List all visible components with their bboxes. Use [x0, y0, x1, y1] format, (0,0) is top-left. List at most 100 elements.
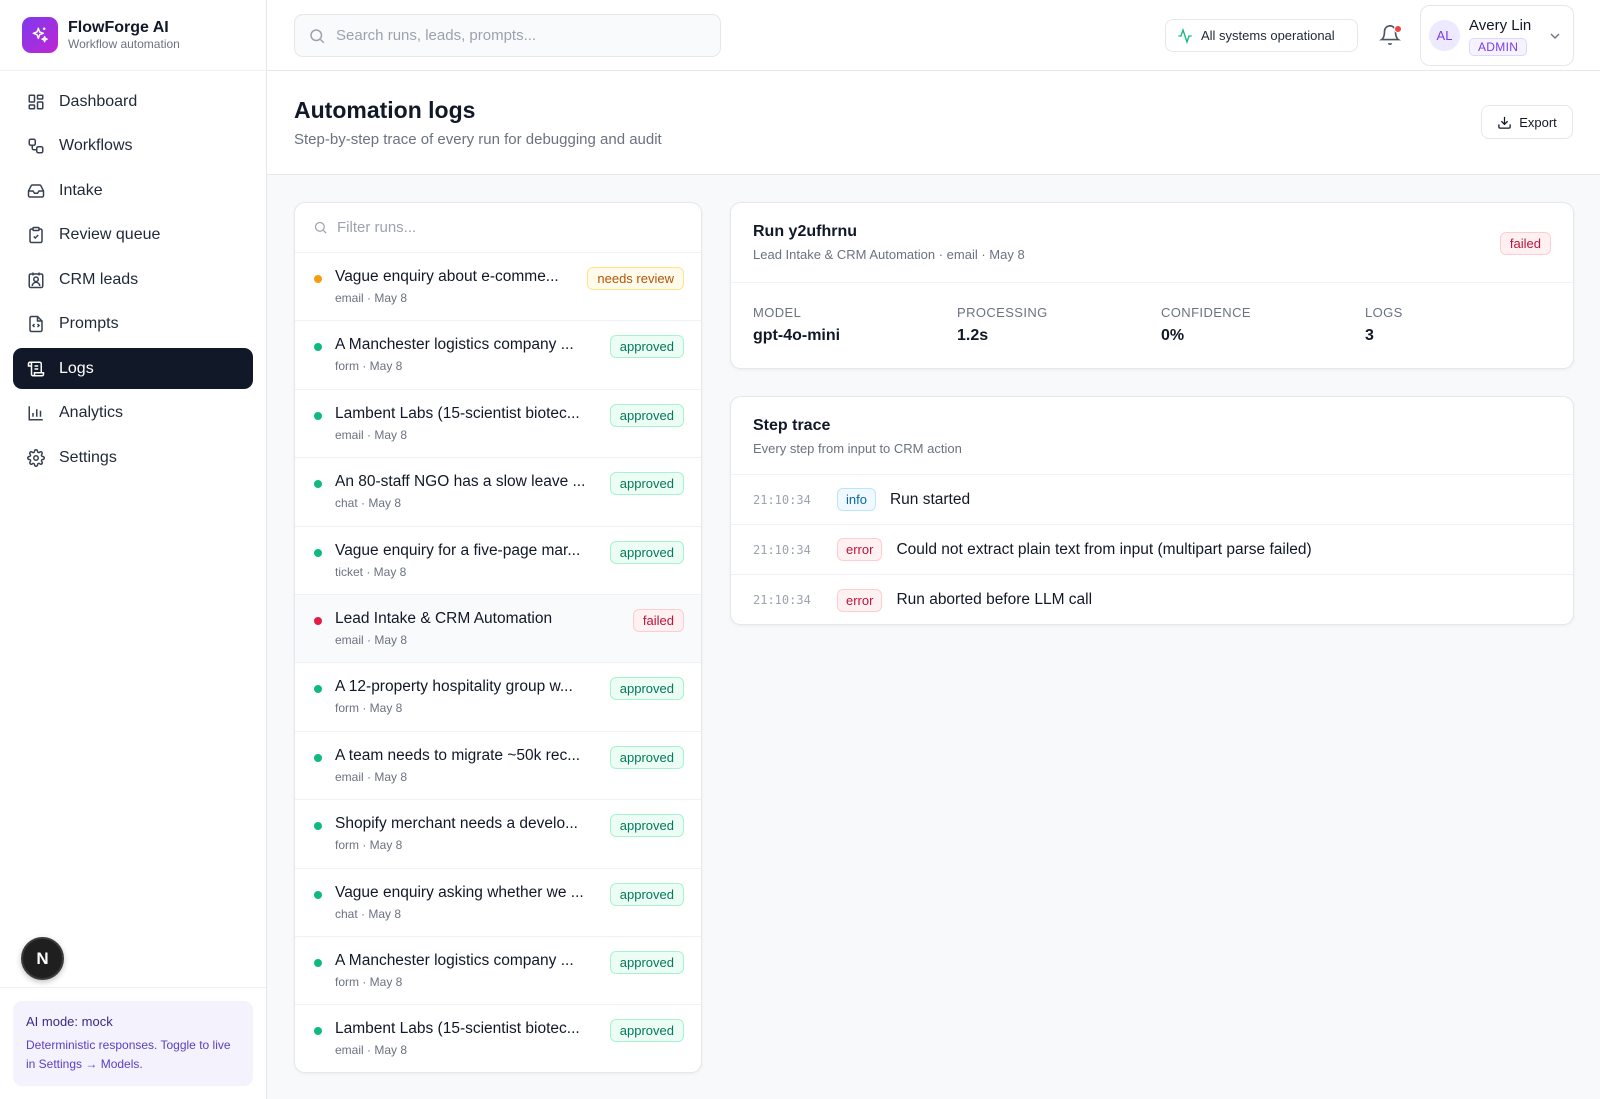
- sidebar-item-intake[interactable]: Intake: [13, 170, 253, 211]
- gear-icon: [27, 448, 45, 467]
- run-title: Vague enquiry for a five-page mar...: [335, 541, 581, 559]
- status-badge: approved: [609, 950, 684, 974]
- run-list-item[interactable]: A 12-property hospitality group w... form…: [295, 663, 701, 732]
- run-list-item[interactable]: A team needs to migrate ~50k rec... email…: [295, 732, 701, 801]
- topbar: All systems operational AL Avery Lin ADM…: [267, 0, 1600, 71]
- sidebar-item-analytics[interactable]: Analytics: [13, 393, 253, 434]
- bell-icon[interactable]: [1379, 24, 1403, 48]
- status-badge: approved: [609, 1019, 684, 1043]
- ai-mode-description: Deterministic responses. Toggle to live …: [26, 1038, 231, 1071]
- search-icon: [308, 27, 326, 45]
- sidebar-item-logs[interactable]: Logs: [13, 348, 253, 389]
- run-title: Lead Intake & CRM Automation: [335, 609, 553, 627]
- log-level-badge: info: [837, 488, 876, 511]
- user-role-badge: ADMIN: [1469, 37, 1528, 56]
- clipboard-check-icon: [27, 226, 45, 244]
- run-detail-title: Run y2ufhrnu: [753, 223, 857, 240]
- filter-input[interactable]: [337, 219, 677, 236]
- run-title: Lambent Labs (15-scientist biotec...: [335, 404, 580, 422]
- sidebar-footer: AI mode: mock Deterministic responses. T…: [0, 987, 266, 1099]
- trace-time: 21:10:34: [753, 593, 811, 607]
- status-dot: [314, 685, 322, 694]
- status-badge: failed: [1499, 232, 1551, 255]
- status-dot: [314, 343, 322, 352]
- status-badge: approved: [609, 745, 684, 769]
- trace-row: 21:10:34 error Could not extract plain tex…: [731, 525, 1573, 575]
- run-meta: chat · May 8: [335, 906, 402, 921]
- run-meta: ticket · May 8: [335, 564, 407, 579]
- status-dot: [314, 822, 322, 831]
- run-list-item[interactable]: A Manchester logistics company ... form ·…: [295, 937, 701, 1006]
- run-list-item[interactable]: Lambent Labs (15-scientist biotec... emai…: [295, 1005, 701, 1072]
- run-title: Lambent Labs (15-scientist biotec...: [335, 1020, 580, 1038]
- runs-list: Vague enquiry about e-comme... email · Ma…: [294, 202, 702, 1073]
- sidebar-item-crm-leads[interactable]: CRM leads: [13, 259, 253, 300]
- run-title: A Manchester logistics company ...: [335, 336, 574, 354]
- status-badge: approved: [609, 882, 684, 906]
- status-badge: approved: [609, 677, 684, 701]
- sidebar-item-workflows[interactable]: Workflows: [13, 126, 253, 167]
- run-list-item[interactable]: Shopify merchant needs a develo... form ·…: [295, 800, 701, 869]
- run-meta: form · May 8: [335, 701, 403, 716]
- runs-filter[interactable]: [295, 203, 701, 253]
- sidebar-item-settings[interactable]: Settings: [13, 437, 253, 478]
- export-button[interactable]: Export: [1481, 105, 1573, 139]
- sidebar-item-label: Intake: [59, 181, 103, 199]
- run-meta: email · May 8: [335, 632, 408, 647]
- run-title: A Manchester logistics company ...: [335, 951, 574, 969]
- status-dot: [314, 890, 322, 899]
- run-list-item[interactable]: Lambent Labs (15-scientist biotec... emai…: [295, 390, 701, 459]
- log-level-badge: error: [837, 538, 883, 561]
- run-title: Shopify merchant needs a develo...: [335, 815, 578, 833]
- sidebar-item-dashboard[interactable]: Dashboard: [13, 81, 253, 122]
- sidebar-item-label: Analytics: [59, 404, 124, 421]
- export-label: Export: [1519, 114, 1557, 130]
- stat-label: MODEL: [753, 305, 802, 320]
- status-badge: approved: [609, 814, 684, 838]
- search-input[interactable]: [336, 27, 696, 44]
- run-title: Vague enquiry asking whether we ...: [335, 883, 584, 901]
- run-list-item[interactable]: An 80-staff NGO has a slow leave ... chat…: [295, 458, 701, 527]
- stat-confidence: CONFIDENCE 0%: [1161, 305, 1365, 345]
- user-menu[interactable]: AL Avery Lin ADMIN: [1420, 5, 1574, 66]
- run-list-item[interactable]: Vague enquiry asking whether we ... chat …: [295, 869, 701, 937]
- run-list-item[interactable]: Vague enquiry about e-comme... email · Ma…: [295, 253, 701, 322]
- scroll-icon: [27, 360, 45, 378]
- system-status[interactable]: All systems operational: [1165, 19, 1358, 52]
- run-list-item[interactable]: Lead Intake & CRM Automation email · May …: [295, 594, 701, 664]
- sparkles-icon: [22, 17, 58, 53]
- trace-message: Could not extract plain text from input …: [896, 540, 1312, 558]
- stat-processing: PROCESSING 1.2s: [957, 305, 1161, 345]
- status-badge: approved: [609, 472, 684, 496]
- sidebar-item-label: CRM leads: [59, 270, 139, 288]
- run-title: An 80-staff NGO has a slow leave ...: [335, 473, 586, 491]
- sidebar-item-prompts[interactable]: Prompts: [13, 304, 253, 345]
- sidebar-nav: Dashboard Workflows Intake Review queue …: [0, 71, 266, 492]
- bar-chart-icon: [27, 404, 45, 422]
- sidebar-item-label: Settings: [59, 448, 117, 466]
- dev-indicator-button[interactable]: N: [21, 937, 64, 980]
- status-dot: [314, 480, 322, 489]
- global-search[interactable]: [294, 14, 721, 57]
- sidebar-item-review-queue[interactable]: Review queue: [13, 215, 253, 256]
- run-rows: Vague enquiry about e-comme... email · Ma…: [295, 253, 701, 1072]
- status-dot: [314, 958, 322, 967]
- log-level-badge: error: [837, 588, 883, 612]
- brand[interactable]: FlowForge AI Workflow automation: [0, 0, 266, 71]
- notification-dot: [1394, 25, 1402, 33]
- stat-label: CONFIDENCE: [1161, 305, 1251, 320]
- run-meta: form · May 8: [335, 359, 403, 374]
- stat-value: 3: [1365, 327, 1374, 344]
- run-stats: MODEL gpt-4o-mini PROCESSING 1.2s CONFID…: [731, 283, 1573, 345]
- status-dot: [314, 275, 322, 283]
- trace-row: 21:10:34 info Run started: [731, 475, 1573, 525]
- status-badge: approved: [609, 403, 684, 427]
- run-meta: email · May 8: [335, 291, 408, 305]
- run-meta: email · May 8: [335, 769, 408, 784]
- status-badge: approved: [609, 335, 684, 359]
- stat-model: MODEL gpt-4o-mini: [753, 305, 957, 345]
- page-header: Automation logs Step-by-step trace of ev…: [267, 71, 1600, 175]
- run-list-item[interactable]: A Manchester logistics company ... form ·…: [295, 321, 701, 390]
- step-trace-subtitle: Every step from input to CRM action: [753, 441, 962, 456]
- run-list-item[interactable]: Vague enquiry for a five-page mar... tick…: [295, 527, 701, 595]
